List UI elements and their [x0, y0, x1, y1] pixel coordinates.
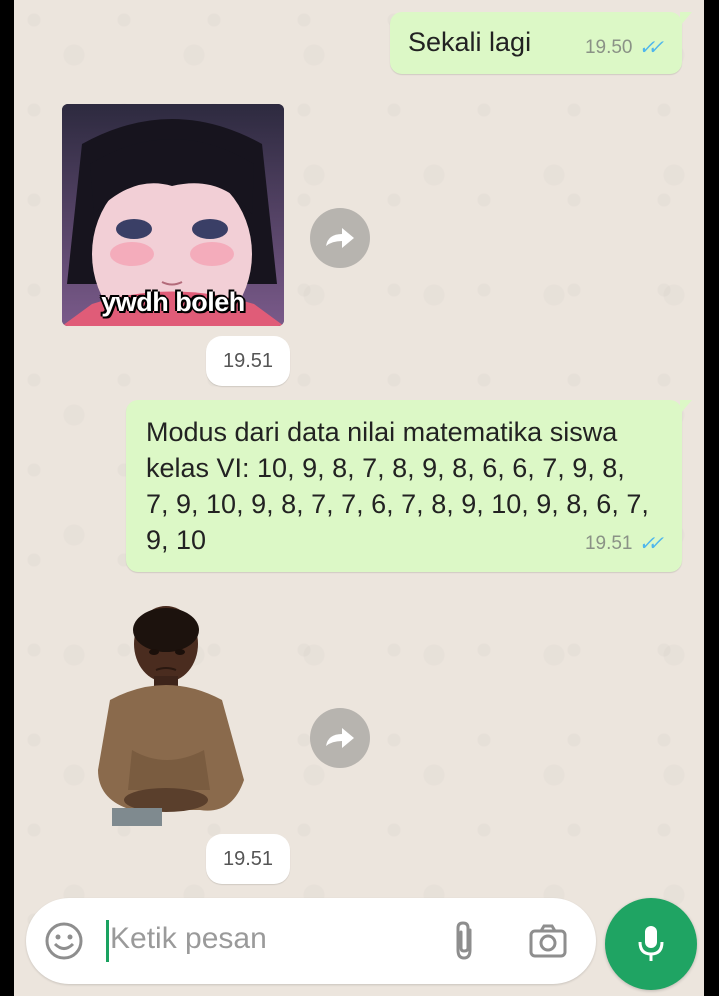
text-caret	[106, 920, 109, 962]
chat-area: Sekali lagi 19.50 ✓✓ ywdh boleh 19.51 Mo…	[14, 0, 704, 996]
message-input[interactable]: Ketik pesan	[110, 922, 267, 956]
voice-record-button[interactable]	[605, 898, 697, 990]
sticker-message[interactable]: ywdh boleh	[62, 104, 284, 326]
message-meta: 19.51 ✓✓	[585, 526, 664, 562]
message-text: Sekali lagi	[408, 27, 532, 57]
message-bubble-outgoing[interactable]: Sekali lagi 19.50 ✓✓	[390, 12, 692, 74]
message-composer: Ketik pesan	[26, 898, 596, 984]
message-time: 19.50	[584, 37, 633, 58]
mic-icon	[638, 926, 664, 961]
camera-button[interactable]	[528, 922, 568, 960]
forward-button[interactable]	[310, 208, 370, 268]
message-time: 19.51	[584, 533, 633, 554]
message-text: Modus dari data nilai matematika siswa k…	[146, 417, 649, 555]
attach-icon	[456, 921, 472, 960]
sticker-image	[98, 606, 244, 826]
emoji-button[interactable]	[44, 921, 84, 961]
read-ticks-icon: ✓✓	[638, 37, 663, 59]
forward-icon	[326, 728, 354, 748]
camera-icon	[529, 924, 567, 958]
sticker-message[interactable]	[92, 600, 252, 828]
forward-icon	[326, 228, 354, 248]
message-time: 19.51	[206, 834, 290, 884]
read-ticks-icon: ✓✓	[638, 533, 663, 555]
sticker-caption: ywdh boleh	[101, 287, 245, 317]
emoji-icon	[45, 922, 83, 960]
message-time: 19.51	[206, 336, 290, 386]
forward-button[interactable]	[310, 708, 370, 768]
attach-button[interactable]	[450, 920, 478, 962]
message-bubble-outgoing[interactable]: Modus dari data nilai matematika siswa k…	[126, 400, 692, 572]
message-meta: 19.50 ✓✓	[585, 30, 664, 66]
